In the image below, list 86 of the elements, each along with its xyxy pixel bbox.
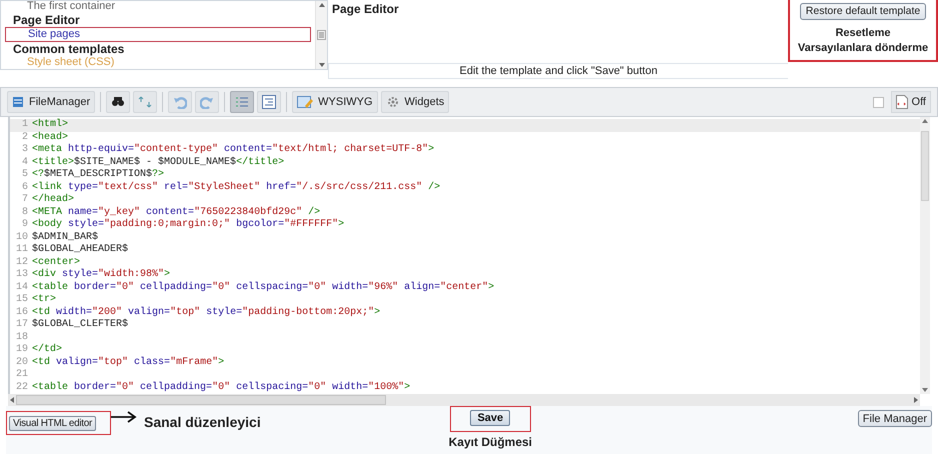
code-file-icon [896, 95, 908, 109]
code-line: </head> [32, 194, 74, 206]
page-title: Page Editor [332, 2, 399, 16]
line-number: 20 [14, 356, 29, 369]
code-line: <table border="0" cellpadding="0" cellspacing="0" width="100%"> [32, 382, 410, 394]
scrollbar[interactable] [315, 1, 327, 69]
code-line: <tr> [32, 294, 56, 306]
line-number: 9 [20, 219, 29, 232]
annotation-label: Sanal düzenleyici [144, 413, 261, 432]
list-icon [235, 95, 250, 109]
arrow-icon [111, 411, 137, 423]
arrows-icon [138, 95, 152, 109]
code-line: <link type="text/css" rel="StyleSheet" href="/.s/src/css/211.css" /> [32, 182, 440, 194]
tree-heading: Page Editor [13, 14, 81, 27]
binoculars-icon [111, 96, 126, 108]
file-icon [12, 96, 24, 108]
line-number: 15 [14, 294, 29, 306]
code-line: <meta http-equiv="content-type" content="text/html; charset=UTF-8"> [32, 144, 434, 156]
line-number: 22 [14, 382, 29, 394]
checkbox[interactable] [872, 96, 884, 108]
line-number: 8 [20, 206, 29, 219]
line-number: 2 [20, 132, 29, 144]
toolbar-button[interactable]: WYSIWYG [292, 91, 378, 113]
annotation-label: Resetleme [835, 26, 891, 41]
code-line: </td> [32, 344, 62, 356]
line-number: 7 [20, 194, 29, 206]
restore-button[interactable]: Restore default template [800, 3, 926, 20]
scroll-thumb[interactable] [921, 130, 929, 200]
file-manager-button[interactable]: File Manager [858, 410, 932, 427]
line-number: 18 [14, 332, 29, 344]
indent-icon [262, 95, 276, 109]
code-line: <?$META_DESCRIPTION$?> [32, 169, 164, 182]
visual-editor-button[interactable]: Visual HTML editor [9, 416, 96, 430]
scroll-down-icon[interactable] [318, 63, 324, 67]
code-line: $GLOBAL_AHEADER$ [32, 244, 128, 256]
line-number: 16 [14, 306, 29, 319]
annotation-label: Kayıt Düğmesi [448, 434, 532, 451]
line-number: 11 [14, 244, 29, 256]
toggle-button[interactable]: Off [890, 91, 931, 113]
code-line: <td width="200" valign="top" style="padding-bottom:20px;"> [32, 306, 380, 318]
code-line: <META name="y_key" content="7650223840bfd29c" /> [32, 206, 320, 218]
gear-icon [386, 95, 400, 109]
code-line: <div style="width:98%"> [32, 269, 170, 282]
toolbar-button[interactable]: Widgets [380, 91, 450, 113]
scrollbar[interactable] [8, 394, 920, 406]
code-editor[interactable] [8, 117, 930, 394]
line-number: 21 [14, 369, 29, 382]
code-line: $GLOBAL_CLEFTER$ [32, 319, 128, 332]
scroll-thumb[interactable] [16, 395, 386, 405]
scroll-thumb-icon[interactable] [317, 30, 326, 40]
line-number: 5 [20, 169, 29, 182]
pencil-window-icon [297, 95, 314, 109]
scroll-right-icon[interactable] [914, 397, 918, 403]
scroll-down-icon[interactable] [922, 388, 928, 392]
tree-item[interactable]: Site pages [5, 27, 311, 42]
toolbar-button[interactable] [106, 91, 130, 113]
code-line: <body style="padding:0;margin:0;" bgcolor="#FFFFFF"> [32, 219, 344, 232]
line-number: 1 [20, 119, 29, 132]
code-line: <center> [32, 256, 80, 268]
scroll-left-icon[interactable] [10, 397, 14, 403]
hint-bar: Edit the template and click "Save" button [328, 63, 788, 79]
code-line: $ADMIN_BAR$ [32, 232, 98, 244]
code-line: <td valign="top" class="mFrame"> [32, 356, 224, 369]
line-number: 4 [20, 156, 29, 169]
code-line: <table border="0" cellpadding="0" cellspacing="0" width="96%" align="center"> [32, 282, 494, 294]
line-number: 14 [14, 282, 29, 294]
scrollbar[interactable] [920, 117, 930, 394]
line-number: 6 [20, 182, 29, 194]
line-number: 12 [14, 256, 29, 269]
redo-icon [200, 95, 214, 109]
line-number: 13 [14, 269, 29, 282]
toolbar-button[interactable]: FileManager [7, 91, 96, 113]
scroll-up-icon[interactable] [318, 3, 324, 7]
undo-icon [173, 95, 188, 109]
save-button[interactable]: Save [470, 410, 510, 426]
line-number: 19 [14, 344, 29, 356]
line-number: 3 [20, 144, 29, 156]
tree-item[interactable]: The first container [13, 1, 315, 13]
code-line: <title>$SITE_NAME$ - $MODULE_NAME$</title> [32, 156, 284, 168]
line-number: 17 [14, 319, 29, 332]
line-number: 10 [14, 232, 29, 244]
annotation-label: Varsayılanlara dönderme [798, 41, 928, 56]
code-line: <head> [32, 132, 68, 144]
code-line: <html> [32, 119, 68, 132]
tree-heading: Common templates [13, 43, 126, 56]
scroll-up-icon[interactable] [922, 119, 928, 123]
